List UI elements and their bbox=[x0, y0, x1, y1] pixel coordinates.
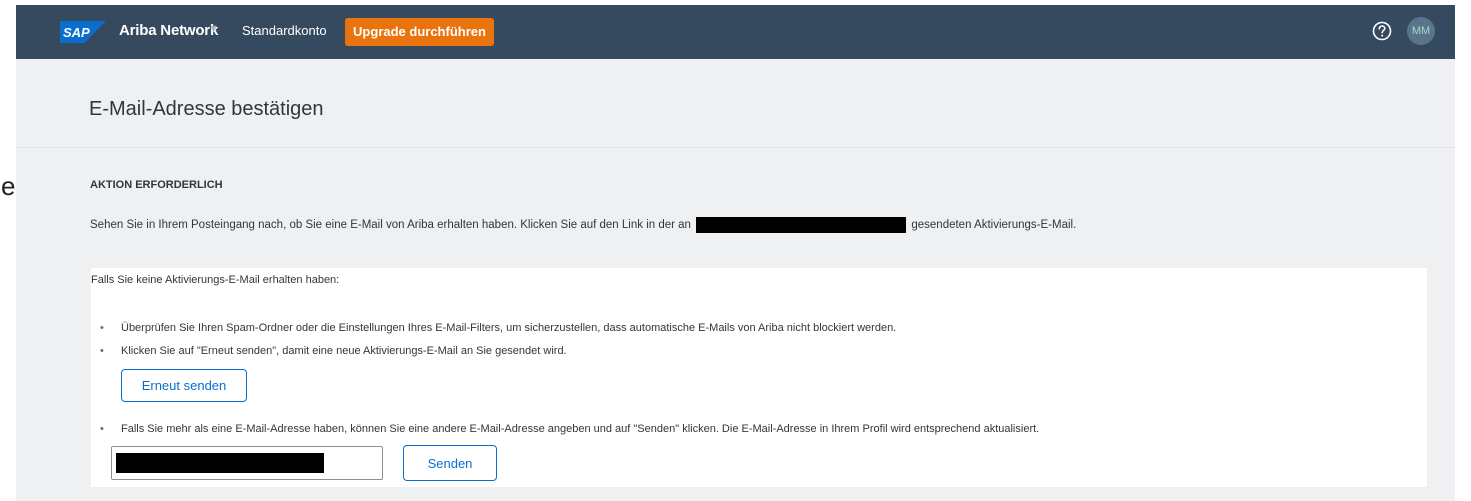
list-item: Überprüfen Sie Ihren Spam-Ordner oder di… bbox=[100, 322, 897, 334]
list-item: Klicken Sie auf "Erneut senden", damit e… bbox=[100, 345, 567, 357]
panel-intro: Falls Sie keine Aktivierungs-E-Mail erha… bbox=[91, 274, 340, 286]
shell-bar: SAP Ariba Network ▼ Standardkonto Upgrad… bbox=[16, 5, 1455, 59]
page-title: E-Mail-Adresse bestätigen bbox=[89, 98, 324, 120]
page-header: E-Mail-Adresse bestätigen bbox=[16, 59, 1455, 148]
sap-logo[interactable]: SAP bbox=[60, 21, 106, 43]
no-email-panel: Falls Sie keine Aktivierungs-E-Mail erha… bbox=[91, 268, 1427, 487]
bullet-spam-text: Überprüfen Sie Ihren Spam-Ordner oder di… bbox=[121, 322, 897, 334]
avatar[interactable]: MM bbox=[1407, 17, 1435, 45]
redacted-email bbox=[696, 217, 907, 233]
product-name[interactable]: Ariba Network bbox=[119, 22, 218, 39]
action-required-heading: AKTION ERFORDERLICH bbox=[90, 179, 223, 191]
resend-button[interactable]: Erneut senden bbox=[121, 369, 247, 402]
sap-logo-text: SAP bbox=[63, 25, 90, 40]
bullet-other-email-text: Falls Sie mehr als eine E-Mail-Adresse h… bbox=[121, 423, 1040, 435]
email-input[interactable] bbox=[111, 446, 383, 480]
instruction-text: Sehen Sie in Ihrem Posteingang nach, ob … bbox=[90, 217, 1076, 233]
stray-character: e bbox=[1, 171, 16, 201]
instruction-text-before: Sehen Sie in Ihrem Posteingang nach, ob … bbox=[90, 219, 691, 232]
list-item: Falls Sie mehr als eine E-Mail-Adresse h… bbox=[100, 423, 1040, 435]
app-window: SAP Ariba Network ▼ Standardkonto Upgrad… bbox=[16, 5, 1455, 501]
redacted-input-value bbox=[116, 453, 324, 473]
chevron-down-icon[interactable]: ▼ bbox=[208, 23, 219, 35]
bullet-resend-text: Klicken Sie auf "Erneut senden", damit e… bbox=[121, 345, 567, 357]
account-type-label: Standardkonto bbox=[242, 23, 327, 38]
upgrade-button[interactable]: Upgrade durchführen bbox=[345, 18, 494, 46]
instruction-text-after: gesendeten Aktivierungs-E-Mail. bbox=[911, 219, 1077, 232]
help-circle-icon[interactable] bbox=[1371, 20, 1393, 42]
send-button[interactable]: Senden bbox=[403, 445, 497, 481]
